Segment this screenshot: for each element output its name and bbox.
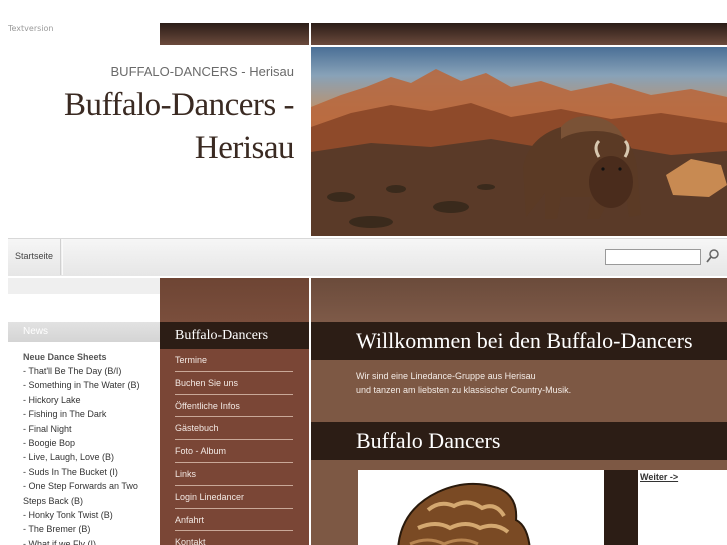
section-title-bar: Buffalo Dancers	[311, 422, 727, 460]
menu-item-buchen[interactable]: Buchen Sie uns	[175, 372, 293, 395]
menu-title: Buffalo-Dancers	[160, 322, 309, 349]
news-sidebar: News Neue Dance Sheets - That'll Be The …	[8, 322, 160, 545]
news-item: - Final Night	[23, 423, 72, 434]
search-input[interactable]	[605, 249, 701, 265]
welcome-line: und tanzen am liebsten zu klassischer Co…	[356, 385, 572, 395]
news-item: Steps Back (B)	[23, 495, 84, 506]
left-column-header-strip	[8, 278, 160, 294]
buffalo-image	[358, 470, 604, 545]
header-image	[311, 47, 727, 236]
textversion-link[interactable]: Textversion	[8, 24, 53, 33]
site-subtitle: BUFFALO-DANCERS - Herisau	[110, 64, 294, 79]
welcome-title-bar: Willkommen bei den Buffalo-Dancers	[311, 322, 727, 360]
news-heading: Neue Dance Sheets	[23, 352, 107, 362]
menu-item-links[interactable]: Links	[175, 463, 293, 486]
content-divider	[604, 470, 638, 545]
news-header: News	[8, 322, 160, 342]
welcome-title: Willkommen bei den Buffalo-Dancers	[356, 328, 693, 353]
menu-item-login[interactable]: Login Linedancer	[175, 486, 293, 509]
news-item: - Boogie Bop	[23, 438, 76, 449]
news-item: - Live, Laugh, Love (B)	[23, 452, 115, 463]
news-item: - Fishing in The Dark	[23, 409, 107, 420]
nav-separator	[62, 239, 63, 275]
site-title[interactable]: Buffalo-Dancers - Herisau	[34, 84, 295, 170]
news-item: - Suds In The Bucket (I)	[23, 466, 118, 477]
buffalo-landscape-image	[311, 69, 727, 236]
news-list: Neue Dance Sheets - That'll Be The Day (…	[8, 342, 160, 545]
content-area: Willkommen bei den Buffalo-Dancers Wir s…	[311, 322, 727, 545]
nav-home-link[interactable]: Startseite	[8, 239, 61, 275]
main-menu: Buffalo-Dancers Termine Buchen Sie uns Ö…	[160, 322, 309, 545]
weiter-link[interactable]: Weiter ->	[640, 472, 678, 482]
top-bar-right	[311, 23, 727, 45]
content-column-header	[311, 278, 727, 322]
news-item: - Hickory Lake	[23, 394, 81, 405]
news-item: - Something in The Water (B)	[23, 380, 140, 391]
navigation-bar: Startseite	[8, 238, 727, 276]
menu-item-infos[interactable]: Öffentliche Infos	[175, 395, 293, 418]
menu-item-gaestebuch[interactable]: Gästebuch	[175, 417, 293, 441]
menu-item-termine[interactable]: Termine	[175, 349, 293, 372]
menu-item-kontakt[interactable]: Kontakt	[175, 531, 293, 545]
welcome-line: Wir sind eine Linedance-Gruppe aus Heris…	[356, 371, 536, 381]
menu-item-foto-album[interactable]: Foto - Album	[175, 440, 293, 463]
menu-item-anfahrt[interactable]: Anfahrt	[175, 509, 293, 532]
menu-column-header	[160, 278, 309, 322]
content-box: Weiter ->	[358, 470, 727, 545]
news-item: - The Bremer (B)	[23, 524, 91, 535]
news-item: - What if we Fly (I)	[23, 538, 97, 545]
search-icon[interactable]	[706, 248, 720, 264]
welcome-text: Wir sind eine Linedance-Gruppe aus Heris…	[356, 369, 571, 397]
top-bar-left	[160, 23, 309, 45]
news-item: - That'll Be The Day (B/I)	[23, 366, 122, 376]
buffalo-cartoon-icon	[397, 482, 531, 545]
section-title: Buffalo Dancers	[356, 428, 501, 453]
news-item: - Honky Tonk Twist (B)	[23, 510, 113, 521]
news-item: - One Step Forwards an Two	[23, 481, 138, 492]
